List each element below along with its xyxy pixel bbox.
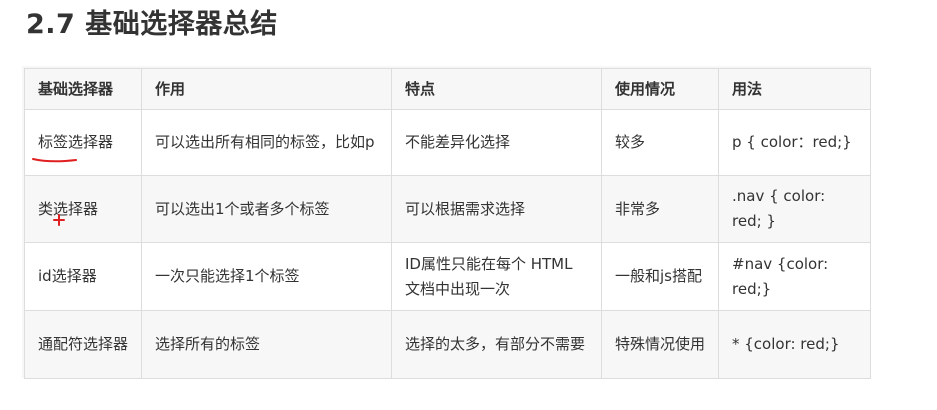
column-header: 基础选择器 — [24, 68, 142, 110]
table-cell: 选择的太多，有部分不需要 — [391, 310, 602, 379]
table-cell: .nav { color: red; } — [718, 175, 871, 243]
red-cursor-plus-annotation — [53, 214, 65, 226]
table-row: 类选择器 可以选出1个或者多个标签 可以根据需求选择 非常多 .nav { co… — [24, 175, 871, 243]
table-cell: ID属性只能在每个 HTML 文档中出现一次 — [391, 242, 602, 311]
selector-summary-table-container: 基础选择器 作用 特点 使用情况 用法 标签选择器 可以选出所有相同的标签，比如… — [22, 66, 871, 379]
table-cell: 非常多 — [601, 175, 719, 243]
table-cell: 标签选择器 — [24, 109, 142, 176]
table-cell: p { color：red;} — [718, 109, 871, 176]
table-cell: 一般和js搭配 — [601, 242, 719, 311]
table-cell: 可以选出1个或者多个标签 — [141, 175, 392, 243]
column-header: 用法 — [718, 68, 871, 110]
table-row: 通配符选择器 选择所有的标签 选择的太多，有部分不需要 特殊情况使用 * {co… — [24, 310, 871, 379]
table-cell: 选择所有的标签 — [141, 310, 392, 379]
table-cell: id选择器 — [24, 242, 142, 311]
selector-summary-table: 基础选择器 作用 特点 使用情况 用法 标签选择器 可以选出所有相同的标签，比如… — [24, 68, 871, 379]
table-cell: * {color: red;} — [718, 310, 871, 379]
table-cell: 可以根据需求选择 — [391, 175, 602, 243]
column-header: 特点 — [391, 68, 602, 110]
page-title: 2.7 基础选择器总结 — [26, 9, 278, 40]
column-header: 使用情况 — [601, 68, 719, 110]
table-cell: 特殊情况使用 — [601, 310, 719, 379]
table-cell: 类选择器 — [24, 175, 142, 243]
table-cell: 可以选出所有相同的标签，比如p — [141, 109, 392, 176]
table-row: id选择器 一次只能选择1个标签 ID属性只能在每个 HTML 文档中出现一次 … — [24, 242, 871, 311]
table-header-row: 基础选择器 作用 特点 使用情况 用法 — [24, 68, 871, 110]
table-cell: 不能差异化选择 — [391, 109, 602, 176]
table-cell: 一次只能选择1个标签 — [141, 242, 392, 311]
red-underline-annotation — [32, 158, 77, 163]
column-header: 作用 — [141, 68, 392, 110]
table-cell: #nav {color: red;} — [718, 242, 871, 311]
table-cell: 较多 — [601, 109, 719, 176]
table-row: 标签选择器 可以选出所有相同的标签，比如p 不能差异化选择 较多 p { col… — [24, 109, 871, 176]
table-cell: 通配符选择器 — [24, 310, 142, 379]
